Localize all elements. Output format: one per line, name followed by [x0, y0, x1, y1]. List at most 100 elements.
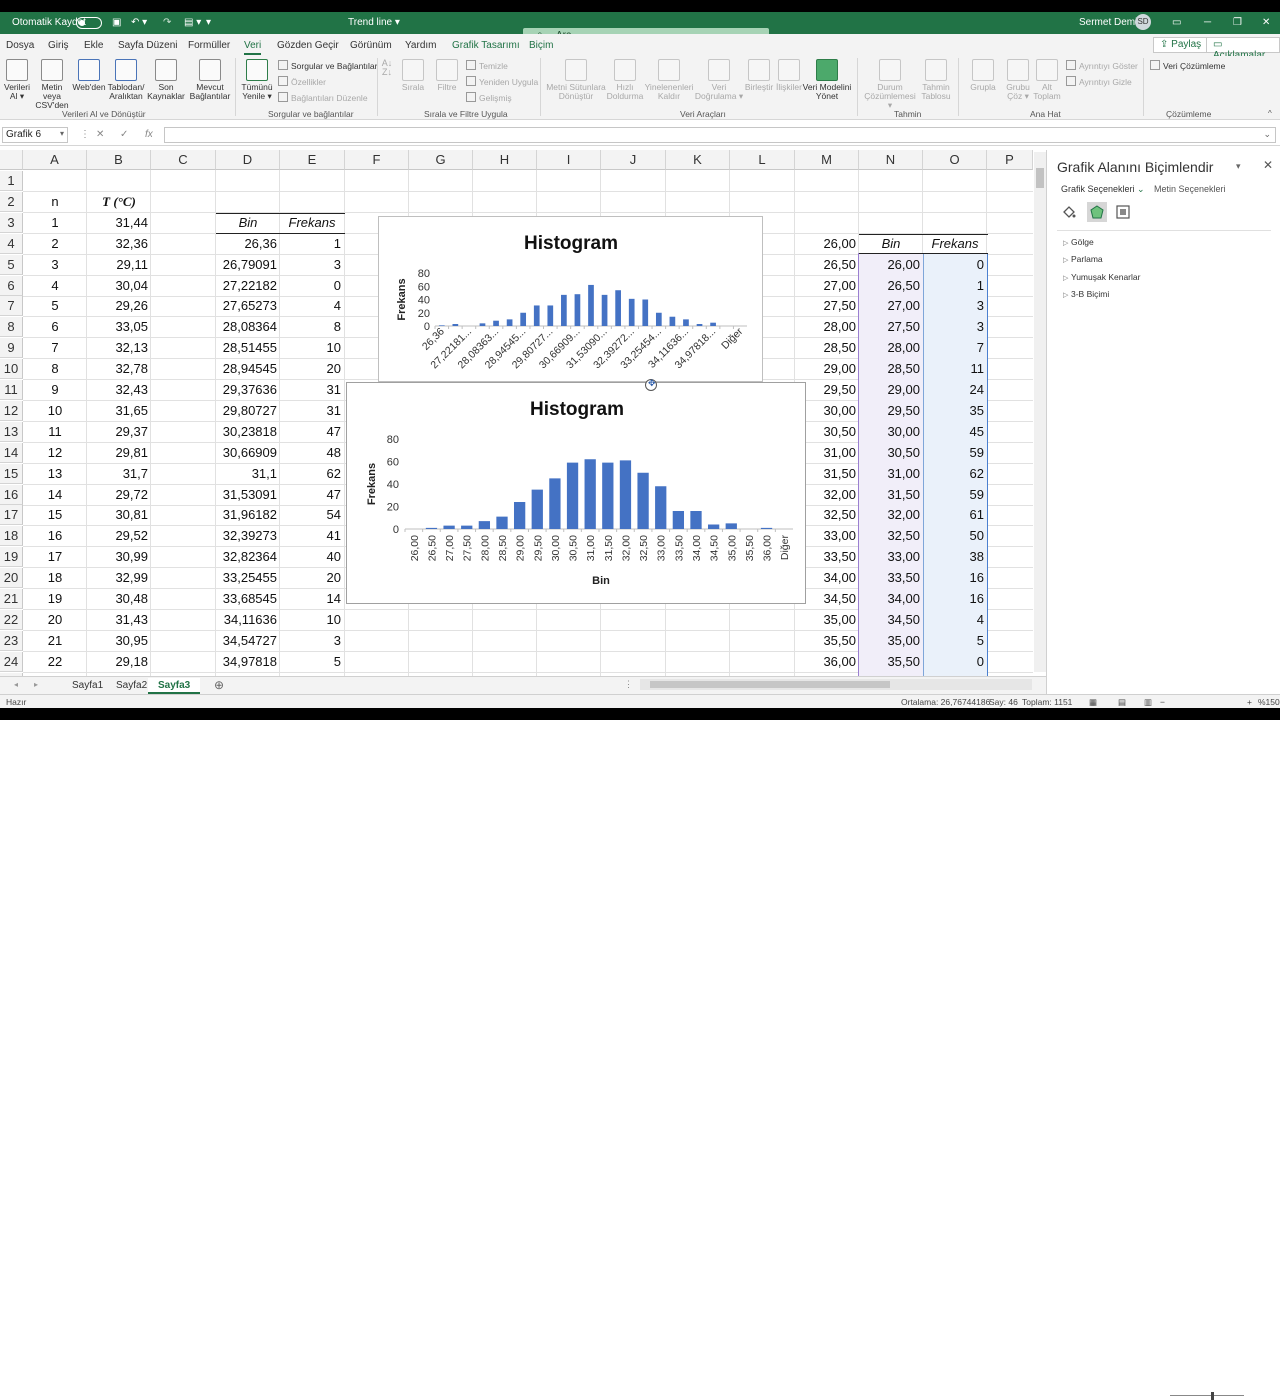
cell-d5[interactable]: 26,79091	[216, 255, 280, 275]
cell-e10[interactable]: 20	[280, 359, 344, 379]
save-icon[interactable]: ▣	[112, 17, 121, 28]
vertical-scrollbar[interactable]	[1034, 152, 1046, 672]
row-header-13[interactable]: 13	[0, 421, 23, 442]
cell-e19[interactable]: 40	[280, 547, 344, 567]
cell-o12[interactable]: 35	[923, 401, 987, 421]
autosave-toggle[interactable]	[76, 17, 102, 29]
cell-a24[interactable]: 22	[23, 652, 87, 672]
cell-o22[interactable]: 4	[923, 610, 987, 630]
column-header-j[interactable]: J	[601, 150, 666, 170]
cell-e8[interactable]: 8	[280, 317, 344, 337]
cell-a3[interactable]: 1	[23, 213, 87, 233]
cell-e9[interactable]: 10	[280, 338, 344, 358]
add-sheet-icon[interactable]: ⊕	[214, 678, 224, 692]
relationships-button[interactable]: İlişkiler	[774, 59, 804, 92]
row-header-21[interactable]: 21	[0, 589, 23, 609]
column-header-d[interactable]: D	[216, 150, 280, 170]
row-header-1[interactable]: 1	[0, 171, 23, 191]
row-header-22[interactable]: 22	[0, 609, 23, 630]
tab-home[interactable]: Giriş	[48, 40, 69, 51]
tab-data[interactable]: Veri	[244, 40, 262, 55]
share-button[interactable]: ⇪ Paylaş	[1153, 37, 1209, 53]
cell-d23[interactable]: 34,54727	[216, 631, 280, 651]
cell-e5[interactable]: 3	[280, 255, 344, 275]
text-to-columns-button[interactable]: Metni Sütunlara Dönüştür	[544, 59, 608, 101]
cell-e18[interactable]: 41	[280, 526, 344, 546]
cell-d3[interactable]: Bin	[216, 213, 280, 233]
existing-connections-button[interactable]: Mevcut Bağlantılar	[188, 59, 232, 101]
redo-icon[interactable]: ↷	[163, 17, 171, 28]
cell-m8[interactable]: 28,00	[795, 317, 859, 337]
cell-e16[interactable]: 47	[280, 485, 344, 505]
row-header-6[interactable]: 6	[0, 275, 23, 296]
row-header-18[interactable]: 18	[0, 526, 23, 547]
cell-d21[interactable]: 33,68545	[216, 589, 280, 609]
cell-m9[interactable]: 28,50	[795, 338, 859, 358]
clear-button[interactable]: Temizle	[466, 60, 508, 71]
cell-m5[interactable]: 26,50	[795, 255, 859, 275]
cell-b13[interactable]: 29,37	[87, 422, 151, 442]
zoom-out-icon[interactable]: −	[1160, 697, 1165, 707]
cell-b10[interactable]: 32,78	[87, 359, 151, 379]
tab-format[interactable]: Biçim	[529, 40, 553, 51]
cell-e17[interactable]: 54	[280, 505, 344, 525]
row-header-5[interactable]: 5	[0, 254, 23, 275]
recent-sources-button[interactable]: Son Kaynaklar	[146, 59, 186, 101]
column-header-n[interactable]: N	[859, 150, 923, 170]
cell-b11[interactable]: 32,43	[87, 380, 151, 400]
cell-m4[interactable]: 26,00	[795, 234, 859, 254]
properties-button[interactable]: Özellikler	[278, 76, 326, 87]
cell-o21[interactable]: 16	[923, 589, 987, 609]
vertical-scroll-thumb[interactable]	[1036, 168, 1044, 188]
cell-b12[interactable]: 31,65	[87, 401, 151, 421]
forecast-sheet-button[interactable]: Tahmin Tablosu	[918, 59, 954, 101]
cell-e6[interactable]: 0	[280, 276, 344, 296]
cell-o24[interactable]: 0	[923, 652, 987, 672]
cell-n23[interactable]: 35,00	[859, 631, 923, 651]
cell-e15[interactable]: 62	[280, 464, 344, 484]
hide-detail-button[interactable]: Ayrıntıyı Gizle	[1066, 76, 1132, 87]
collapse-ribbon-icon[interactable]: ^	[1268, 109, 1272, 118]
column-header-m[interactable]: M	[795, 150, 859, 170]
cell-n10[interactable]: 28,50	[859, 359, 923, 379]
cell-e11[interactable]: 31	[280, 380, 344, 400]
scroll-left-icon[interactable]: ◂	[14, 680, 18, 689]
cell-a9[interactable]: 7	[23, 338, 87, 358]
get-data-button[interactable]: Verileri Al ▾	[2, 59, 32, 101]
cell-n16[interactable]: 31,50	[859, 485, 923, 505]
cell-b4[interactable]: 32,36	[87, 234, 151, 254]
row-header-2[interactable]: 2	[0, 191, 23, 212]
cell-d19[interactable]: 32,82364	[216, 547, 280, 567]
column-header-l[interactable]: L	[730, 150, 795, 170]
cell-n22[interactable]: 34,50	[859, 610, 923, 630]
column-header-a[interactable]: A	[23, 150, 87, 170]
restore-icon[interactable]: ❐	[1233, 17, 1242, 28]
cell-a15[interactable]: 13	[23, 464, 87, 484]
zoom-slider-track[interactable]	[1170, 1395, 1244, 1396]
row-header-24[interactable]: 24	[0, 651, 23, 672]
cell-o9[interactable]: 7	[923, 338, 987, 358]
cell-a7[interactable]: 5	[23, 296, 87, 316]
column-header-c[interactable]: C	[151, 150, 216, 170]
queries-connections-button[interactable]: Sorgular ve Bağlantılar	[278, 60, 377, 71]
status-average[interactable]: Ortalama: 26,76744186	[901, 697, 990, 707]
scroll-right-icon[interactable]: ▸	[34, 680, 38, 689]
chart-options-tab[interactable]: Grafik Seçenekleri ⌄	[1061, 184, 1145, 195]
edit-links-button[interactable]: Bağlantıları Düzenle	[278, 92, 368, 103]
zoom-level[interactable]: %150	[1258, 697, 1280, 707]
pane-item-3d-format[interactable]: ▷ 3-B Biçimi	[1063, 289, 1109, 299]
cell-a8[interactable]: 6	[23, 317, 87, 337]
cell-b24[interactable]: 29,18	[87, 652, 151, 672]
cell-e13[interactable]: 47	[280, 422, 344, 442]
close-window-icon[interactable]: ✕	[1262, 17, 1270, 28]
cell-b3[interactable]: 31,44	[87, 213, 151, 233]
refresh-all-button[interactable]: Tümünü Yenile ▾	[239, 59, 275, 101]
cell-b9[interactable]: 32,13	[87, 338, 151, 358]
histogram-chart-2[interactable]: Histogram 0 20 40 60 80 Frekans Bin 26,00 26,50 27…	[346, 382, 806, 604]
cell-e7[interactable]: 4	[280, 296, 344, 316]
customize-qat-icon[interactable]: ▾	[206, 17, 211, 28]
cell-n14[interactable]: 30,50	[859, 443, 923, 463]
pane-item-shadow[interactable]: ▷ Gölge	[1063, 237, 1094, 247]
cell-n3[interactable]: Bin	[859, 234, 923, 254]
tab-view[interactable]: Görünüm	[350, 40, 392, 51]
